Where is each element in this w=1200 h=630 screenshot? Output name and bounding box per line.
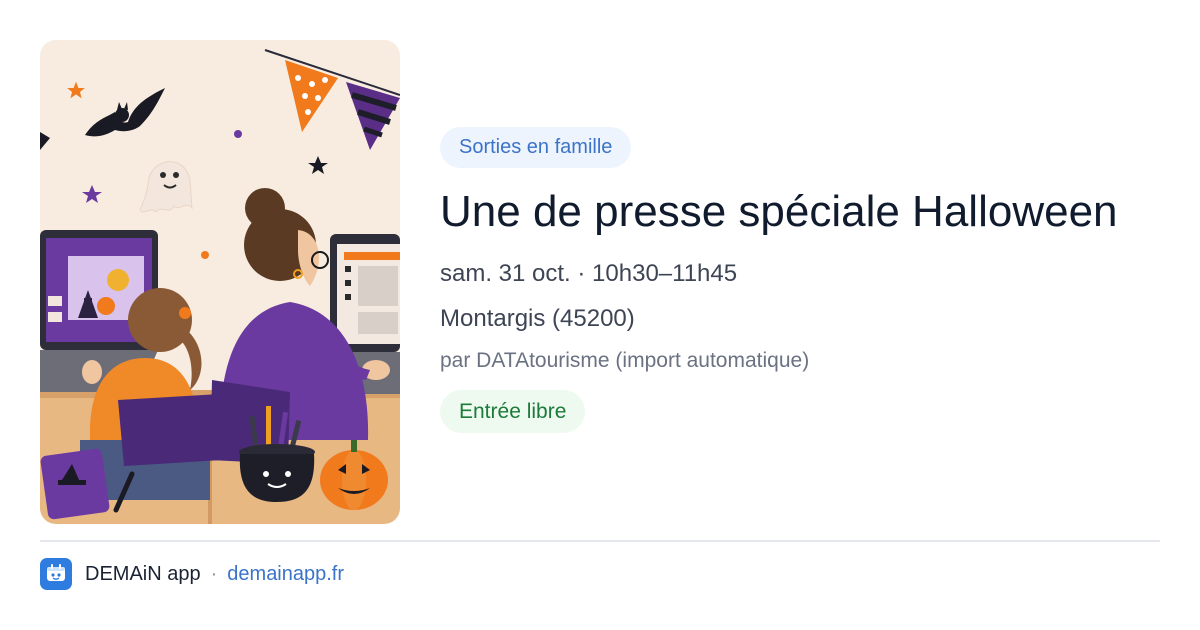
price-badge: Entrée libre (440, 390, 586, 433)
footer-separator: · (210, 562, 218, 585)
app-logo-icon (40, 558, 72, 590)
category-badge[interactable]: Sorties en famille (440, 127, 632, 168)
event-title: Une de presse spéciale Halloween (440, 187, 1118, 236)
event-organizer: par DATAtourisme (import automatique) (440, 349, 810, 372)
event-datetime: sam. 31 oct. · 10h30–11h45 (440, 260, 738, 287)
event-details: Sorties en famille Une de presse spécial… (440, 127, 1160, 433)
notebook-icon (40, 448, 110, 520)
event-illustration (40, 40, 400, 524)
divider (40, 540, 1160, 542)
share-card: Sorties en famille Une de presse spécial… (0, 0, 1200, 630)
footer: DEMAiN app · demainapp.fr (40, 557, 344, 591)
app-domain-link[interactable]: demainapp.fr (227, 563, 344, 586)
app-name: DEMAiN app (85, 562, 201, 585)
event-location: Montargis (45200) (440, 305, 635, 332)
